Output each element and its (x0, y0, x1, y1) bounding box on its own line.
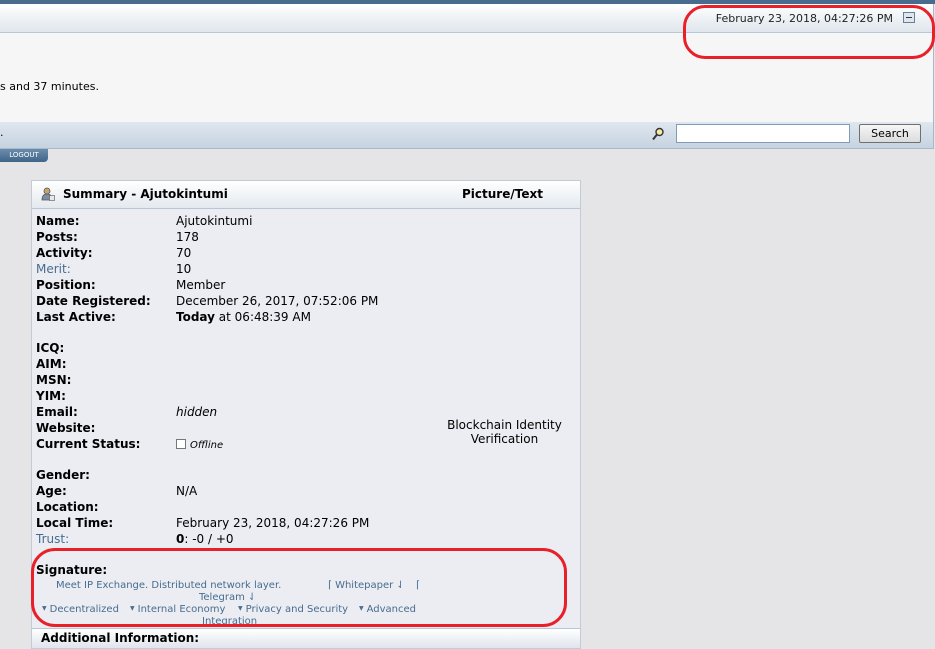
last-active-value: Today at 06:48:39 AM (176, 310, 311, 324)
search-bar: . Search (0, 122, 933, 148)
posts-value: 178 (176, 230, 199, 244)
highlight-circle-signature (31, 548, 567, 627)
local-time-value: February 23, 2018, 04:27:26 PM (176, 516, 370, 530)
email-label: Email: (36, 405, 78, 419)
age-value: N/A (176, 484, 198, 498)
local-time-label: Local Time: (36, 516, 114, 530)
current-status-value: Offline (176, 437, 223, 451)
highlight-circle-datetime (683, 5, 935, 59)
time-online-text: s and 37 minutes. (0, 80, 99, 93)
date-registered-label: Date Registered: (36, 294, 151, 308)
merit-link[interactable]: Merit: (36, 262, 71, 276)
posts-label: Posts: (36, 230, 78, 244)
blockchain-verification: Blockchain Identity Verification (442, 418, 567, 446)
blockchain-line-2: Verification (470, 432, 539, 446)
offline-status-icon (176, 439, 186, 449)
last-active-label: Last Active: (36, 310, 116, 324)
last-active-day: Today (176, 310, 215, 324)
merit-value: 10 (176, 262, 192, 276)
icq-label: ICQ: (36, 341, 65, 355)
picture-text-heading: Picture/Text (462, 187, 543, 201)
gender-label: Gender: (36, 468, 90, 482)
summary-header: Summary - Ajutokintumi Picture/Text (32, 181, 580, 209)
summary-title: Summary - Ajutokintumi (63, 187, 228, 201)
offline-text: Offline (190, 440, 224, 451)
user-icon (41, 187, 55, 201)
truncated-text: . (0, 126, 4, 139)
aim-label: AIM: (36, 357, 67, 371)
name-label: Name: (36, 214, 80, 228)
last-active-time: at 06:48:39 AM (214, 310, 311, 324)
additional-info-header: Additional Information: (32, 628, 580, 648)
date-registered-value: December 26, 2017, 07:52:06 PM (176, 294, 379, 308)
name-value: Ajutokintumi (176, 214, 253, 228)
yim-label: YIM: (36, 389, 66, 403)
website-label: Website: (36, 421, 96, 435)
current-status-label: Current Status: (36, 437, 141, 451)
position-label: Position: (36, 278, 96, 292)
location-label: Location: (36, 500, 99, 514)
age-label: Age: (36, 484, 67, 498)
additional-info-title: Additional Information: (41, 631, 200, 645)
msn-label: MSN: (36, 373, 72, 387)
search-icon (652, 127, 664, 141)
logout-button[interactable]: LOGOUT (0, 149, 48, 162)
blockchain-line-1: Blockchain Identity (447, 418, 562, 432)
trust-value: 0: -0 / +0 (176, 532, 234, 546)
trust-link[interactable]: Trust: (36, 532, 69, 546)
position-value: Member (176, 278, 226, 292)
search-input[interactable] (676, 124, 850, 143)
email-value: hidden (176, 405, 218, 419)
activity-value: 70 (176, 246, 192, 260)
trust-breakdown: : -0 / +0 (184, 532, 234, 546)
activity-label: Activity: (36, 246, 93, 260)
search-button[interactable]: Search (859, 124, 921, 143)
